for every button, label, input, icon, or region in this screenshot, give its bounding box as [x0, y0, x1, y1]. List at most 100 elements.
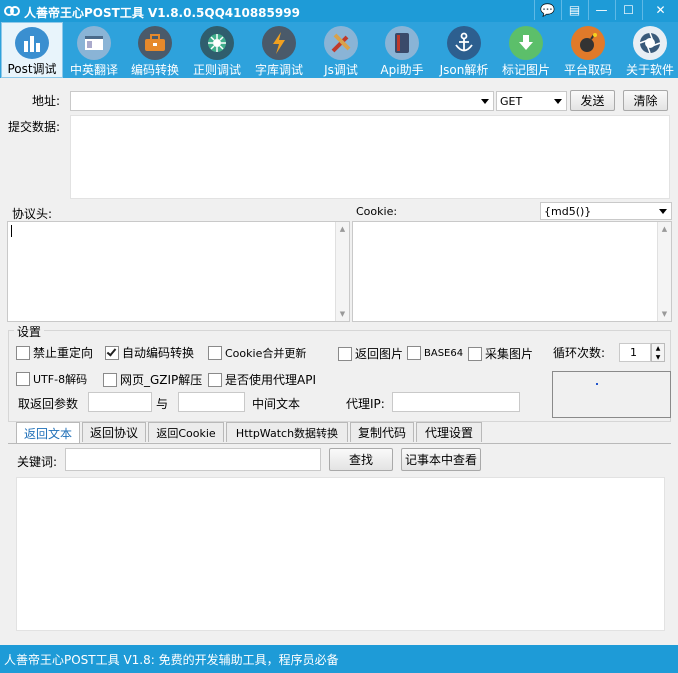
proxy-ip-label: 代理IP:: [346, 397, 385, 411]
text-cursor: [11, 225, 12, 237]
checkbox-box[interactable]: [338, 346, 352, 361]
tool-about[interactable]: 关于软件: [619, 22, 678, 78]
cookie-textarea[interactable]: ▲ ▼: [352, 221, 672, 322]
tools-icon: [324, 26, 358, 60]
proxy-ip-input[interactable]: [392, 392, 520, 412]
preview-dot: [596, 383, 598, 385]
chat-icon[interactable]: 💬: [534, 0, 560, 20]
tab-return-protocol[interactable]: 返回协议: [82, 422, 146, 442]
tool-label: 字库调试: [254, 63, 303, 77]
tool-label: 标记图片: [501, 63, 550, 77]
scroll-up-icon[interactable]: ▲: [658, 225, 671, 233]
checkbox-box[interactable]: [16, 372, 30, 386]
camera-shutter-icon: [633, 26, 667, 60]
middle-text-label: 中间文本: [252, 397, 301, 411]
checkbox-gzip[interactable]: 网页_GZIP解压: [103, 371, 202, 388]
app-logo-icon: [4, 6, 20, 16]
maximize-button[interactable]: ☐: [615, 0, 641, 20]
main-panel: 地址: GET 发送 清除 提交数据: 协议头: Cookie: {md5()}…: [0, 78, 678, 645]
checkbox-box[interactable]: [468, 346, 482, 361]
scroll-up-icon[interactable]: ▲: [336, 225, 349, 233]
tool-font-debug[interactable]: 字库调试: [248, 22, 310, 78]
briefcase-icon: [138, 26, 172, 60]
settings-group-label: 设置: [14, 323, 45, 340]
checkbox-no-redirect[interactable]: 禁止重定向: [16, 344, 93, 361]
minimize-button[interactable]: —: [588, 0, 614, 20]
checkbox-base64[interactable]: BASE64: [407, 346, 463, 360]
tab-proxy-settings[interactable]: 代理设置: [416, 422, 482, 442]
download-icon: [509, 26, 543, 60]
address-label: 地址:: [32, 94, 61, 108]
clear-button[interactable]: 清除: [623, 90, 668, 111]
loop-count-label: 循环次数:: [553, 346, 606, 360]
tool-regex[interactable]: 正则调试: [186, 22, 248, 78]
tool-platform-code[interactable]: 平台取码: [557, 22, 619, 78]
tool-label: Post调试: [7, 62, 57, 76]
open-notepad-button[interactable]: 记事本中查看: [401, 448, 481, 471]
checkbox-box[interactable]: [16, 345, 30, 360]
chevron-down-icon: [554, 99, 562, 104]
tool-encoding[interactable]: 编码转换: [124, 22, 186, 78]
tab-httpwatch-convert[interactable]: HttpWatch数据转换: [226, 422, 348, 442]
checkbox-use-proxy-api[interactable]: 是否使用代理API: [208, 371, 316, 388]
keyword-input[interactable]: [65, 448, 321, 471]
hash-select[interactable]: {md5()}: [540, 202, 672, 220]
find-button[interactable]: 查找: [329, 448, 393, 471]
send-button[interactable]: 发送: [570, 90, 615, 111]
tab-return-text[interactable]: 返回文本: [16, 422, 80, 443]
menu-icon[interactable]: ▤: [561, 0, 587, 20]
anchor-icon: [447, 26, 481, 60]
spin-up-icon[interactable]: ▲: [652, 344, 664, 353]
spin-down-icon[interactable]: ▼: [652, 353, 664, 362]
header-textarea[interactable]: ▲ ▼: [7, 221, 350, 322]
loop-count-input[interactable]: 1: [619, 343, 651, 362]
tool-label: 平台取码: [563, 63, 612, 77]
tool-post-debug[interactable]: Post调试: [1, 22, 63, 78]
checkbox-collect-image[interactable]: 采集图片: [468, 345, 533, 362]
status-text: 人善帝王心POST工具 V1.8: 免费的开发辅助工具，程序员必备: [4, 653, 339, 667]
extract-end-input[interactable]: [178, 392, 245, 412]
header-label: 协议头:: [12, 207, 53, 221]
title-bar: 人善帝王心POST工具 V1.8.0.5QQ410885999 💬 ▤ — ☐ …: [0, 0, 678, 22]
lightning-icon: [262, 26, 296, 60]
checkbox-box[interactable]: [103, 372, 117, 387]
tool-mark-image[interactable]: 标记图片: [495, 22, 557, 78]
extract-param-label: 取返回参数: [18, 397, 79, 411]
chevron-down-icon: [659, 209, 667, 214]
checkbox-return-image[interactable]: 返回图片: [338, 345, 403, 362]
checkbox-box[interactable]: [105, 345, 119, 360]
cookie-scrollbar[interactable]: ▲ ▼: [657, 222, 671, 321]
and-label: 与: [156, 397, 169, 411]
loop-count-spinner[interactable]: ▲ ▼: [651, 343, 665, 362]
tool-label: 正则调试: [192, 63, 241, 77]
scroll-down-icon[interactable]: ▼: [336, 310, 349, 318]
post-data-label: 提交数据:: [8, 120, 61, 134]
address-input[interactable]: [70, 91, 494, 111]
result-textarea[interactable]: [16, 477, 665, 631]
close-button[interactable]: ✕: [642, 0, 678, 20]
bomb-icon: [571, 26, 605, 60]
method-value: GET: [500, 94, 523, 108]
tool-js-debug[interactable]: Js调试: [310, 22, 372, 78]
checkbox-box[interactable]: [407, 346, 421, 360]
tab-strip: 返回文本 返回协议 返回Cookie HttpWatch数据转换 复制代码 代理…: [8, 422, 671, 444]
tool-api-helper[interactable]: Api助手: [371, 22, 433, 78]
tab-return-cookie[interactable]: 返回Cookie: [148, 422, 224, 442]
tool-label: 编码转换: [130, 63, 179, 77]
header-scrollbar[interactable]: ▲ ▼: [335, 222, 349, 321]
scroll-down-icon[interactable]: ▼: [658, 310, 671, 318]
tool-json-parse[interactable]: Json解析: [433, 22, 495, 78]
checkbox-cookie-merge[interactable]: Cookie合并更新: [208, 345, 306, 361]
checkbox-box[interactable]: [208, 372, 222, 387]
tab-copy-code[interactable]: 复制代码: [350, 422, 414, 442]
checkbox-auto-encoding[interactable]: 自动编码转换: [105, 344, 194, 361]
post-data-textarea[interactable]: [70, 115, 670, 199]
checkbox-box[interactable]: [208, 346, 222, 360]
hash-select-value: {md5()}: [544, 204, 592, 218]
tool-translate[interactable]: 中英翻译: [63, 22, 125, 78]
checkbox-utf8-decode[interactable]: UTF-8解码: [16, 371, 87, 387]
method-select[interactable]: GET: [496, 91, 567, 111]
status-bar: 人善帝王心POST工具 V1.8: 免费的开发辅助工具，程序员必备: [0, 645, 678, 673]
tool-label: 中英翻译: [69, 63, 118, 77]
extract-start-input[interactable]: [88, 392, 152, 412]
